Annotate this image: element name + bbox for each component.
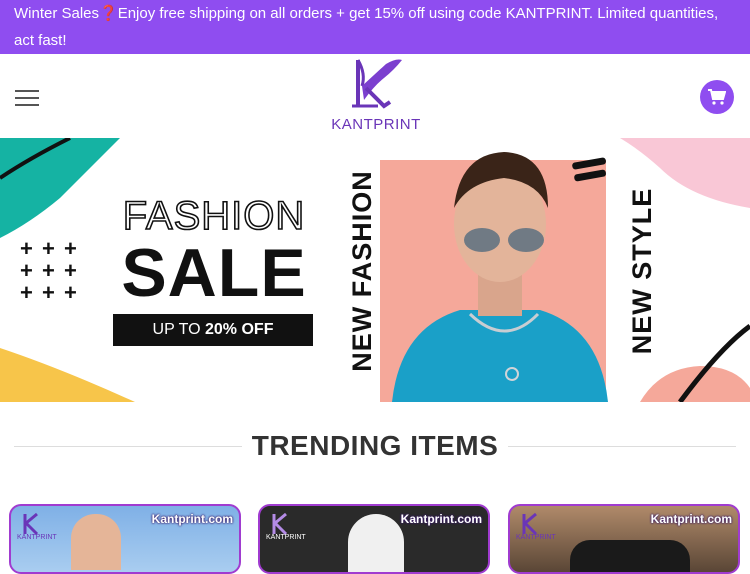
headline-sale: SALE (121, 235, 307, 311)
section-title: TRENDING ITEMS (251, 430, 499, 461)
plus-mark: + (20, 258, 33, 283)
offer-value: 20% OFF (205, 321, 274, 338)
plus-pattern: + + + + + + + + + (20, 238, 86, 304)
product-image (570, 540, 690, 572)
site-header: KANTPRINT (0, 54, 750, 138)
divider-left (14, 446, 242, 447)
promo-banner: Winter Sales❓Enjoy free shipping on all … (0, 0, 750, 54)
plus-mark: + (20, 236, 33, 261)
sunglasses-left (464, 228, 500, 252)
offer-prefix: UP TO (152, 321, 205, 338)
vertical-text-new-fashion: NEW FASHION (347, 170, 377, 372)
plus-mark: + (42, 236, 55, 261)
hamburger-menu-icon[interactable] (15, 90, 39, 106)
card-brand: Kantprint.com (400, 512, 482, 526)
vertical-text-new-style: NEW STYLE (627, 187, 657, 355)
product-card[interactable]: KANTPRINT Kantprint.com (9, 504, 241, 574)
plus-mark: + (42, 280, 55, 305)
plus-mark: + (42, 258, 55, 283)
offer-label: UP TO 20% OFF (113, 314, 313, 346)
plus-mark: + (20, 280, 33, 305)
plus-mark: + (64, 258, 77, 283)
kantprint-logo-icon (352, 59, 402, 109)
cart-glyph-icon (708, 89, 726, 105)
yellow-shape (0, 348, 135, 402)
logo-text: KANTPRINT (331, 116, 421, 133)
card-brand: Kantprint.com (151, 512, 233, 526)
promo-text: Winter Sales❓Enjoy free shipping on all … (14, 5, 719, 49)
hero-banner[interactable]: + + + + + + + + + FASHION SALE UP TO 20%… (0, 138, 750, 402)
card-brand: Kantprint.com (650, 512, 732, 526)
product-card[interactable]: KANTPRINT Kantprint.com (258, 504, 490, 574)
product-image (348, 514, 404, 572)
divider-right (508, 446, 736, 447)
sunglasses-right (508, 228, 544, 252)
card-logo-text: KANTPRINT (516, 534, 556, 541)
plus-mark: + (64, 280, 77, 305)
card-logo-text: KANTPRINT (17, 534, 57, 541)
site-logo[interactable]: KANTPRINT (322, 56, 430, 138)
product-card[interactable]: KANTPRINT Kantprint.com (508, 504, 740, 574)
teal-shape (0, 138, 120, 238)
product-image (71, 514, 121, 570)
trending-section-header: TRENDING ITEMS (0, 424, 750, 468)
shopping-cart-icon[interactable] (700, 80, 734, 114)
headline-fashion: FASHION (122, 193, 306, 239)
plus-mark: + (64, 236, 77, 261)
card-logo-text: KANTPRINT (266, 534, 306, 541)
